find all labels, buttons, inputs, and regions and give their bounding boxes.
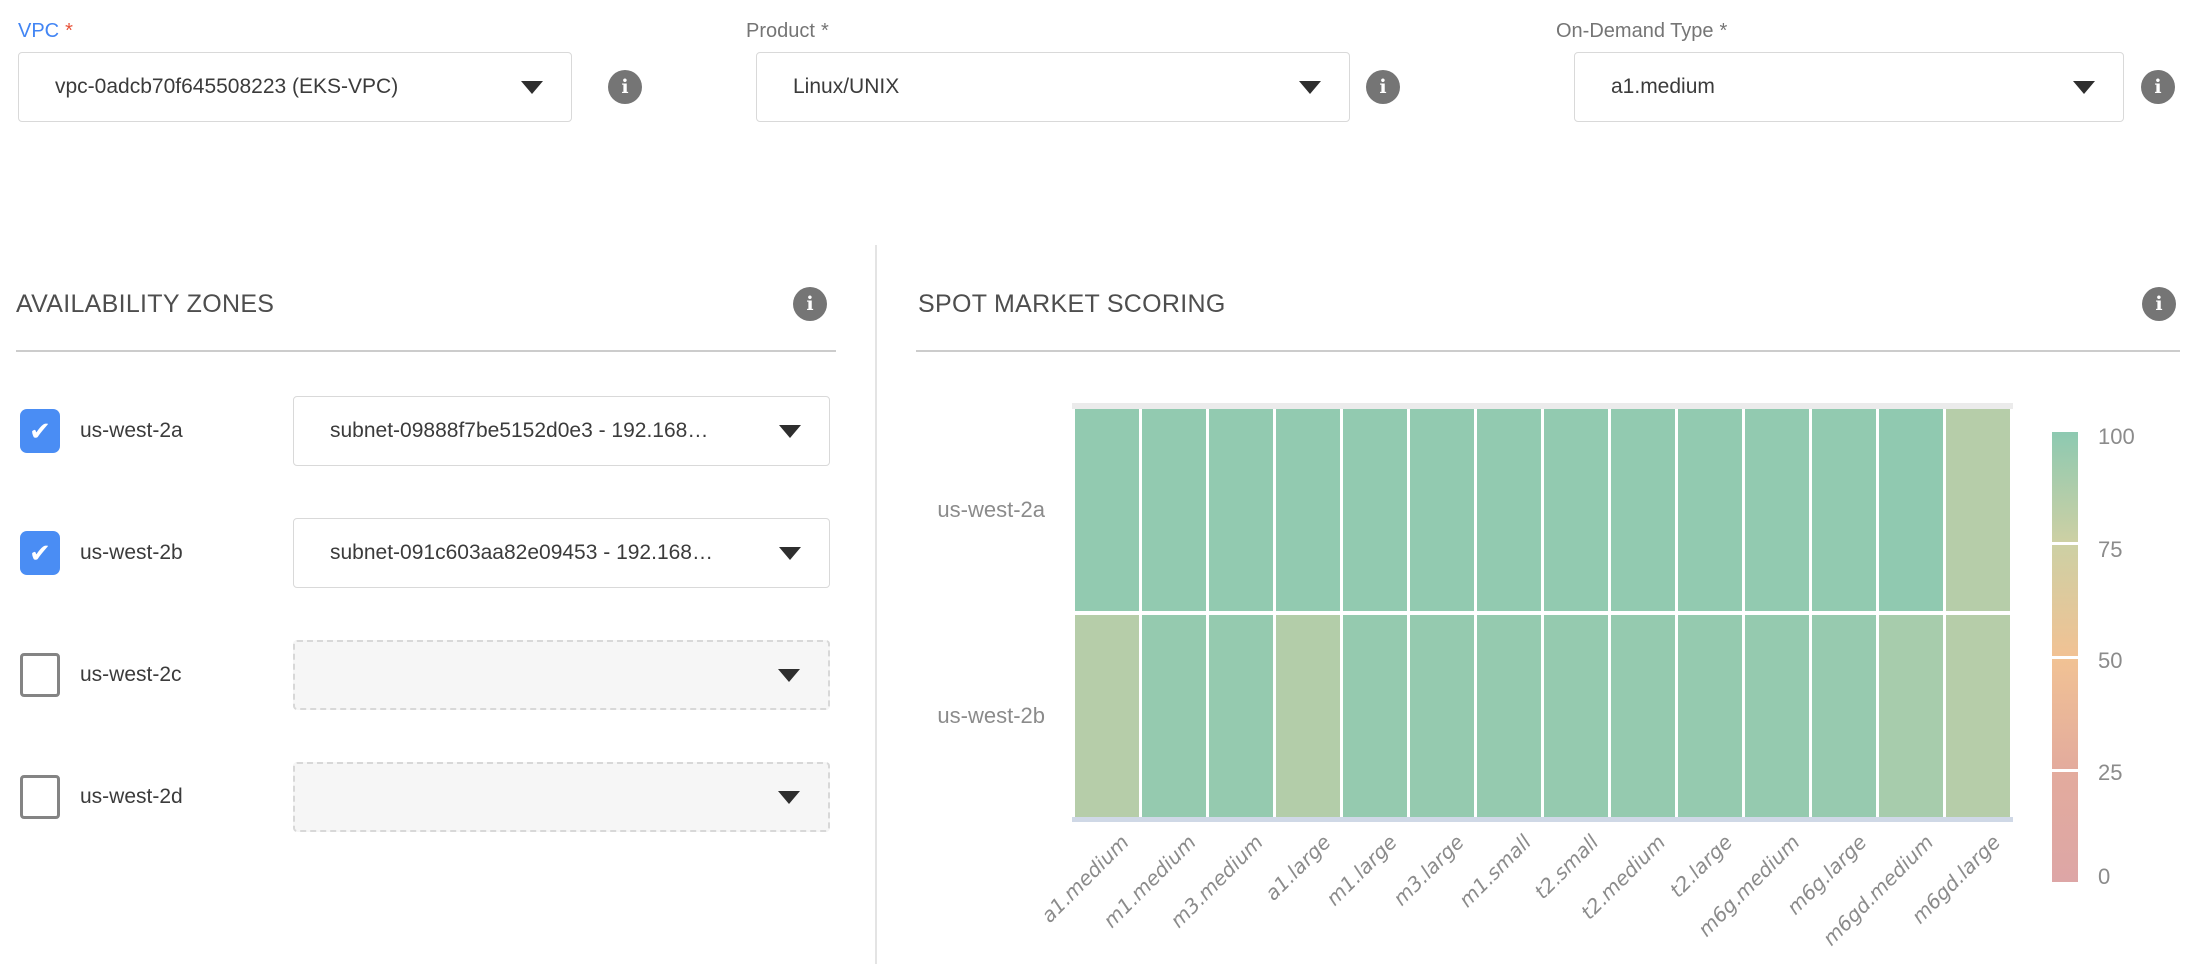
heatmap-cell-us-west-2a-m6g.large bbox=[1812, 409, 1876, 611]
heatmap-cell-us-west-2b-a1.large bbox=[1276, 615, 1340, 817]
spot-market-heatmap bbox=[1075, 409, 2010, 817]
heatmap-cell-us-west-2b-m3.medium bbox=[1209, 615, 1273, 817]
az-row-us-west-2c: ✔ us-west-2c bbox=[0, 640, 876, 710]
vpc-info-icon[interactable]: i bbox=[608, 70, 642, 104]
heatmap-cell-us-west-2a-m1.medium bbox=[1142, 409, 1206, 611]
chevron-down-icon bbox=[1299, 81, 1321, 94]
heatmap-x-axis: a1.mediumm1.mediumm3.mediuma1.largem1.la… bbox=[1075, 830, 2010, 964]
heatmap-cell-us-west-2b-t2.medium bbox=[1611, 615, 1675, 817]
heatmap-cell-us-west-2a-t2.large bbox=[1678, 409, 1742, 611]
heatmap-cell-us-west-2a-t2.medium bbox=[1611, 409, 1675, 611]
heatmap-cell-us-west-2b-t2.large bbox=[1678, 615, 1742, 817]
availability-zones-title: AVAILABILITY ZONES bbox=[16, 290, 274, 319]
heatmap-cell-us-west-2a-a1.large bbox=[1276, 409, 1340, 611]
heatmap-cell-us-west-2b-m1.medium bbox=[1142, 615, 1206, 817]
heatmap-cell-us-west-2b-m1.small bbox=[1477, 615, 1541, 817]
heatmap-cell-us-west-2a-m6gd.medium bbox=[1879, 409, 1943, 611]
product-field-label: Product * bbox=[746, 20, 829, 43]
product-select-value: Linux/UNIX bbox=[793, 75, 1281, 99]
heatmap-cell-us-west-2b-a1.medium bbox=[1075, 615, 1139, 817]
subnet-select-us-west-2b[interactable]: subnet-091c603aa82e09453 - 192.168… bbox=[293, 518, 830, 588]
subnet-select-us-west-2c[interactable] bbox=[293, 640, 830, 710]
subnet-select-value: subnet-09888f7be5152d0e3 - 192.168… bbox=[330, 419, 761, 443]
az-name-label: us-west-2d bbox=[80, 762, 183, 832]
colorbar-segment bbox=[2052, 432, 2078, 542]
colorbar-tick-label: 25 bbox=[2098, 760, 2122, 786]
heatmap-cell-us-west-2a-m3.large bbox=[1410, 409, 1474, 611]
on-demand-type-required-asterisk: * bbox=[1720, 20, 1728, 42]
chevron-down-icon bbox=[2073, 81, 2095, 94]
colorbar-segment bbox=[2052, 772, 2078, 882]
chevron-down-icon bbox=[521, 81, 543, 94]
colorbar-segment bbox=[2052, 659, 2078, 769]
heatmap-row-us-west-2b bbox=[1075, 615, 2010, 817]
heatmap-cell-us-west-2b-m3.large bbox=[1410, 615, 1474, 817]
colorbar-tick-label: 100 bbox=[2098, 424, 2135, 450]
heatmap-cell-us-west-2a-m3.medium bbox=[1209, 409, 1273, 611]
availability-zones-info-icon[interactable]: i bbox=[793, 287, 827, 321]
spot-market-scoring-info-icon[interactable]: i bbox=[2142, 287, 2176, 321]
heatmap-cell-us-west-2b-m6g.large bbox=[1812, 615, 1876, 817]
subnet-select-value: subnet-091c603aa82e09453 - 192.168… bbox=[330, 541, 761, 565]
colorbar-segment bbox=[2052, 545, 2078, 655]
az-checkbox-us-west-2c[interactable]: ✔ bbox=[20, 653, 60, 697]
product-info-icon[interactable]: i bbox=[1366, 70, 1400, 104]
on-demand-type-select-value: a1.medium bbox=[1611, 75, 2055, 99]
heatmap-cell-us-west-2a-m1.small bbox=[1477, 409, 1541, 611]
az-name-label: us-west-2a bbox=[80, 396, 183, 466]
chevron-down-icon bbox=[779, 547, 801, 560]
heatmap-cell-us-west-2a-m6gd.large bbox=[1946, 409, 2010, 611]
heatmap-cell-us-west-2a-m1.large bbox=[1343, 409, 1407, 611]
colorbar-tick-label: 0 bbox=[2098, 864, 2110, 890]
heatmap-cell-us-west-2a-a1.medium bbox=[1075, 409, 1139, 611]
chevron-down-icon bbox=[779, 425, 801, 438]
az-row-us-west-2b: ✔ us-west-2b subnet-091c603aa82e09453 - … bbox=[0, 518, 876, 588]
heatmap-cell-us-west-2b-m6g.medium bbox=[1745, 615, 1809, 817]
heatmap-cell-us-west-2b-m6gd.medium bbox=[1879, 615, 1943, 817]
heatmap-cell-us-west-2a-t2.small bbox=[1544, 409, 1608, 611]
y-tick-label: us-west-2a bbox=[880, 497, 1045, 523]
az-name-label: us-west-2c bbox=[80, 640, 182, 710]
heatmap-cell-us-west-2b-t2.small bbox=[1544, 615, 1608, 817]
check-icon: ✔ bbox=[29, 538, 51, 569]
az-name-label: us-west-2b bbox=[80, 518, 183, 588]
product-select[interactable]: Linux/UNIX bbox=[756, 52, 1350, 122]
x-tick-label: m1.small bbox=[1454, 830, 1536, 912]
az-checkbox-us-west-2a[interactable]: ✔ bbox=[20, 409, 60, 453]
az-row-us-west-2a: ✔ us-west-2a subnet-09888f7be5152d0e3 - … bbox=[0, 396, 876, 466]
vpc-required-asterisk: * bbox=[65, 20, 73, 42]
panel-vertical-divider bbox=[875, 245, 877, 964]
product-required-asterisk: * bbox=[821, 20, 829, 42]
vpc-field-label: VPC * bbox=[18, 20, 73, 43]
subnet-select-us-west-2d[interactable] bbox=[293, 762, 830, 832]
check-icon: ✔ bbox=[29, 416, 51, 447]
on-demand-type-label-text: On-Demand Type bbox=[1556, 20, 1714, 42]
chevron-down-icon bbox=[778, 791, 800, 804]
availability-zones-divider bbox=[16, 350, 836, 352]
az-checkbox-us-west-2d[interactable]: ✔ bbox=[20, 775, 60, 819]
colorbar-tick-label: 75 bbox=[2098, 537, 2122, 563]
az-checkbox-us-west-2b[interactable]: ✔ bbox=[20, 531, 60, 575]
heatmap-bottom-edge bbox=[1072, 817, 2013, 822]
subnet-select-us-west-2a[interactable]: subnet-09888f7be5152d0e3 - 192.168… bbox=[293, 396, 830, 466]
on-demand-type-field-label: On-Demand Type * bbox=[1556, 20, 1727, 43]
on-demand-type-select[interactable]: a1.medium bbox=[1574, 52, 2124, 122]
heatmap-cell-us-west-2b-m6gd.large bbox=[1946, 615, 2010, 817]
vpc-select-value: vpc-0adcb70f645508223 (EKS-VPC) bbox=[55, 75, 503, 99]
colorbar-tick-label: 50 bbox=[2098, 648, 2122, 674]
spot-market-scoring-title: SPOT MARKET SCORING bbox=[918, 290, 1226, 319]
x-tick-label: m1.large bbox=[1322, 830, 1402, 910]
product-label-text: Product bbox=[746, 20, 815, 42]
heatmap-colorbar bbox=[2052, 432, 2078, 882]
on-demand-type-info-icon[interactable]: i bbox=[2141, 70, 2175, 104]
y-tick-label: us-west-2b bbox=[880, 703, 1045, 729]
spot-market-scoring-divider bbox=[916, 350, 2180, 352]
heatmap-cell-us-west-2b-m1.large bbox=[1343, 615, 1407, 817]
chevron-down-icon bbox=[778, 669, 800, 682]
az-row-us-west-2d: ✔ us-west-2d bbox=[0, 762, 876, 832]
heatmap-row-us-west-2a bbox=[1075, 409, 2010, 611]
heatmap-cell-us-west-2a-m6g.medium bbox=[1745, 409, 1809, 611]
vpc-label-text: VPC bbox=[18, 20, 59, 42]
vpc-select[interactable]: vpc-0adcb70f645508223 (EKS-VPC) bbox=[18, 52, 572, 122]
